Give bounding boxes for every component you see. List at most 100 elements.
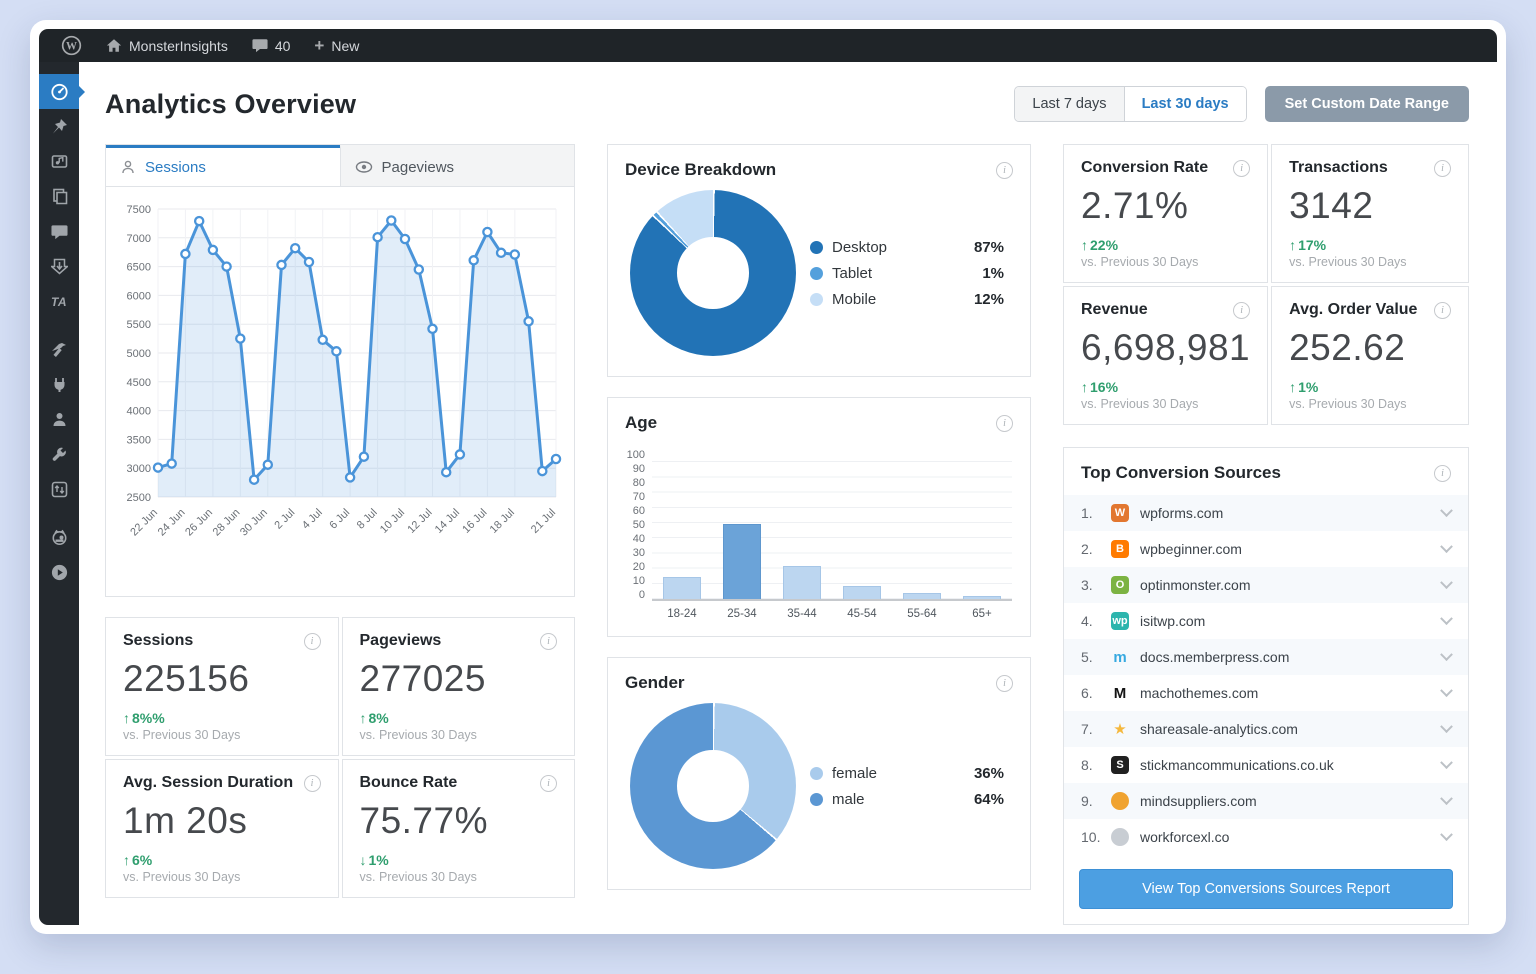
sidebar-item-settings[interactable]: [39, 472, 79, 507]
up-arrow-icon: ↑: [1081, 237, 1088, 253]
sidebar-item-monsterinsights[interactable]: [39, 520, 79, 555]
sidebar-item-media[interactable]: [39, 144, 79, 179]
chevron-down-icon[interactable]: [1440, 539, 1453, 553]
age-y-tick: 10: [632, 575, 645, 587]
metrics-cards-grid: Sessions i 225156 ↑ 8%% vs. Previous 30 D…: [105, 617, 575, 898]
chevron-down-icon[interactable]: [1440, 683, 1453, 697]
view-report-button[interactable]: View Top Conversions Sources Report: [1079, 869, 1453, 909]
source-domain: wpbeginner.com: [1140, 541, 1242, 557]
chevron-down-icon[interactable]: [1440, 719, 1453, 733]
info-icon[interactable]: i: [303, 632, 321, 650]
sidebar-item-users[interactable]: [39, 402, 79, 437]
age-bar-35-44: [782, 566, 822, 599]
tab-pageviews[interactable]: Pageviews: [339, 145, 574, 186]
info-icon[interactable]: i: [1434, 301, 1451, 319]
last-7-days-button[interactable]: Last 7 days: [1015, 87, 1124, 121]
admin-bar-new[interactable]: + New: [306, 29, 367, 62]
info-icon[interactable]: i: [540, 774, 557, 792]
source-rank: 8.: [1081, 757, 1093, 773]
chevron-down-icon[interactable]: [1440, 647, 1453, 661]
sidebar-item-text-ta[interactable]: TA: [39, 284, 79, 319]
eye-icon: [355, 161, 372, 173]
svg-text:12 Jul: 12 Jul: [405, 507, 434, 536]
source-domain: shareasale-analytics.com: [1140, 721, 1298, 737]
sidebar-item-tools[interactable]: [39, 332, 79, 367]
age-bar-column: [832, 449, 892, 599]
wordpress-logo-icon[interactable]: W: [53, 29, 90, 62]
chevron-down-icon[interactable]: [1440, 791, 1453, 805]
age-y-tick: 70: [632, 491, 645, 503]
gender-header: Gender i: [608, 658, 1030, 699]
legend-dot-icon: [810, 292, 823, 306]
dashboard-icon: [50, 82, 69, 101]
sources-footer: View Top Conversions Sources Report: [1064, 855, 1468, 924]
source-row-optinmonster-com[interactable]: 3. O optinmonster.com: [1064, 567, 1468, 603]
sidebar-item-pages[interactable]: [39, 179, 79, 214]
source-row-wpbeginner-com[interactable]: 2. B wpbeginner.com: [1064, 531, 1468, 567]
gender-donut-chart: [630, 703, 796, 869]
sidebar-item-video[interactable]: [39, 555, 79, 590]
chevron-down-icon[interactable]: [1440, 755, 1453, 769]
sidebar-item-dashboard[interactable]: [39, 74, 79, 109]
age-title: Age: [625, 413, 658, 432]
admin-bar-comments[interactable]: 40: [244, 29, 299, 62]
info-icon[interactable]: i: [1434, 159, 1451, 177]
up-arrow-icon: ↑: [123, 710, 130, 726]
info-icon[interactable]: i: [1233, 159, 1251, 177]
svg-text:4500: 4500: [127, 377, 151, 389]
age-x-label: 45-54: [847, 608, 877, 620]
legend-dot-icon: [810, 266, 823, 280]
card-delta: ↑ 8%%: [123, 710, 165, 726]
legend-label: male: [832, 790, 865, 808]
chevron-down-icon[interactable]: [1440, 827, 1453, 841]
source-domain: mindsuppliers.com: [1140, 793, 1257, 809]
card-title: Pageviews: [359, 632, 442, 649]
card-header: Bounce Rate i: [360, 774, 557, 792]
settings-icon: [51, 481, 68, 498]
sidebar-item-wrench[interactable]: [39, 437, 79, 472]
age-plot: [652, 449, 1012, 601]
source-row-shareasale-analytics-com[interactable]: 7. ★ shareasale-analytics.com: [1064, 711, 1468, 747]
age-bar-25-34: [722, 524, 762, 599]
sidebar-item-comments[interactable]: [39, 214, 79, 249]
age-bar-column: [652, 449, 712, 599]
source-row-docs-memberpress-com[interactable]: 5. m docs.memberpress.com: [1064, 639, 1468, 675]
sidebar-item-plugins[interactable]: [39, 367, 79, 402]
chevron-down-icon[interactable]: [1440, 503, 1453, 517]
pin-icon: [51, 118, 68, 135]
info-icon[interactable]: i: [996, 674, 1013, 692]
source-row-mindsuppliers-com[interactable]: 9. mindsuppliers.com: [1064, 783, 1468, 819]
sidebar-item-updates[interactable]: [39, 249, 79, 284]
info-icon[interactable]: i: [303, 774, 321, 792]
info-icon[interactable]: i: [1434, 464, 1451, 482]
top-conversion-sources-panel: Top Conversion Sources i 1. W wpforms.co…: [1063, 447, 1469, 925]
last-30-days-button[interactable]: Last 30 days: [1123, 87, 1246, 121]
age-y-tick: 20: [632, 561, 645, 573]
card-delta: ↑ 6%: [123, 852, 153, 868]
set-custom-date-range-button[interactable]: Set Custom Date Range: [1264, 86, 1469, 122]
source-row-stickmancommunications-co-uk[interactable]: 8. S stickmancommunications.co.uk: [1064, 747, 1468, 783]
tab-sessions-label: Sessions: [145, 158, 206, 176]
chevron-down-icon[interactable]: [1440, 611, 1453, 625]
card-revenue: Revenue i 6,698,981 ↑ 16% vs. Previous 30…: [1063, 286, 1269, 425]
age-x-label: 18-24: [667, 608, 697, 620]
info-icon[interactable]: i: [996, 161, 1013, 179]
admin-bar-site[interactable]: MonsterInsights: [98, 29, 236, 62]
tab-sessions[interactable]: Sessions: [106, 145, 340, 186]
column-middle: Device Breakdown i Desktop 87% Tablet 1%…: [607, 144, 1031, 890]
info-icon[interactable]: i: [996, 414, 1013, 432]
source-row-machothemes-com[interactable]: 6. M machothemes.com: [1064, 675, 1468, 711]
source-rank: 5.: [1081, 649, 1093, 665]
sidebar-item-pin[interactable]: [39, 109, 79, 144]
dashboard-grid: Sessions Pageviews 2500 3000 3500 4000 4…: [105, 144, 1469, 925]
favicon-icon: W: [1111, 504, 1129, 522]
source-row-workforcexl-co[interactable]: 10. workforcexl.co: [1064, 819, 1468, 855]
age-y-axis: 100 90 80 70 60 50 40 30 20 10 0: [622, 449, 652, 601]
source-row-isitwp-com[interactable]: 4. wp isitwp.com: [1064, 603, 1468, 639]
pages-icon: [51, 188, 68, 205]
source-row-wpforms-com[interactable]: 1. W wpforms.com: [1064, 495, 1468, 531]
sessions-line-chart: 2500 3000 3500 4000 4500 5000 5500 6000 6500 7000…: [127, 204, 562, 538]
info-icon[interactable]: i: [1233, 301, 1251, 319]
chevron-down-icon[interactable]: [1440, 575, 1453, 589]
info-icon[interactable]: i: [540, 632, 557, 650]
